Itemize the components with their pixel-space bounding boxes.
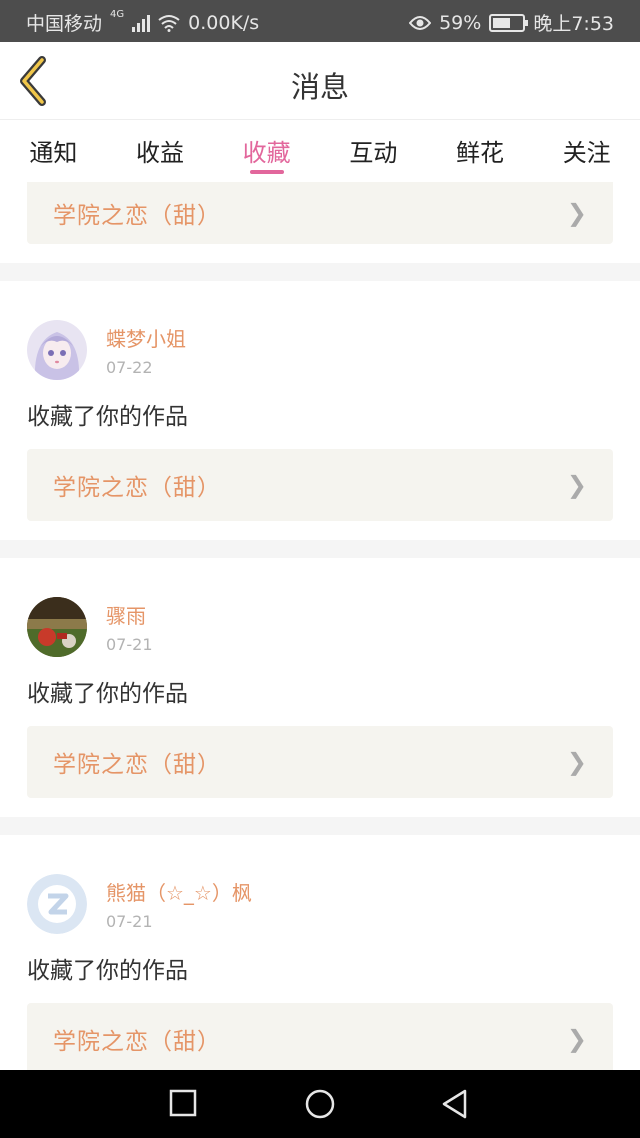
tab-bar: 通知 收益 收藏 互动 鲜花 关注 [0,120,640,182]
tab-interact[interactable]: 互动 [320,120,427,182]
tab-flowers[interactable]: 鲜花 [427,120,534,182]
action-text: 收藏了你的作品 [27,958,188,984]
work-link[interactable]: 学院之恋（甜） ❯ [27,449,613,521]
work-title: 学院之恋（甜） [53,203,221,229]
tab-label: 通知 [29,139,78,167]
list-item: 熊猫（☆_☆）枫 07-21 收藏了你的作品 学院之恋（甜） ❯ [0,835,640,1070]
user-name[interactable]: 蝶梦小姐 [106,323,186,352]
work-title: 学院之恋（甜） [53,475,221,501]
user-row: 蝶梦小姐 07-22 [27,281,613,393]
carrier-label: 中国移动 [26,13,103,35]
tab-favorites[interactable]: 收藏 [213,120,320,182]
avatar[interactable] [27,874,87,934]
home-circle-icon [305,1089,335,1119]
tab-label: 关注 [562,139,611,167]
battery-icon [489,13,529,32]
home-button[interactable] [304,1088,336,1124]
avatar[interactable] [27,597,87,657]
divider [0,817,640,835]
tab-notify[interactable]: 通知 [0,120,107,182]
back-nav-button[interactable] [440,1088,470,1124]
list-item: 蝶梦小姐 07-22 收藏了你的作品 学院之恋（甜） ❯ [0,281,640,540]
network-speed: 0.00K/s [188,11,260,34]
list-item: 骤雨 07-21 收藏了你的作品 学院之恋（甜） ❯ [0,558,640,817]
divider [0,540,640,558]
wifi-icon [158,14,180,32]
system-nav-bar [0,1070,640,1138]
battery-fill [493,17,511,28]
user-row: 骤雨 07-21 [27,558,613,670]
date-label: 07-21 [106,912,153,931]
list-item: 学院之恋（甜） ❯ [0,182,640,263]
divider [0,263,640,281]
header: 消息 [0,42,640,120]
action-text: 收藏了你的作品 [27,404,188,430]
tab-label: 收藏 [242,139,291,167]
chevron-right-icon: ❯ [566,199,587,227]
battery-percent: 59% [439,11,482,34]
tab-follow[interactable]: 关注 [533,120,640,182]
signal-icon [132,14,151,32]
user-row: 熊猫（☆_☆）枫 07-21 [27,835,613,947]
tab-label: 收益 [136,139,184,167]
status-bar: 中国移动 4G 0.00K/s 59% 晚上7:53 [0,0,640,42]
tab-label: 鲜花 [456,139,505,167]
recent-apps-button[interactable] [169,1088,197,1122]
date-label: 07-22 [106,358,153,377]
default-avatar-icon [27,874,87,934]
tab-label: 互动 [349,139,398,167]
chevron-right-icon: ❯ [566,1025,587,1053]
network-type: 4G [110,9,125,20]
work-link[interactable]: 学院之恋（甜） ❯ [27,1003,613,1070]
user-name[interactable]: 骤雨 [106,600,153,629]
date-label: 07-21 [106,635,153,654]
chevron-right-icon: ❯ [566,748,587,776]
clock: 晚上7:53 [533,13,614,35]
work-title: 学院之恋（甜） [53,1029,221,1055]
recent-square-icon [169,1089,197,1117]
message-list: 学院之恋（甜） ❯ 蝶梦小姐 07-22 收藏了你的作品 学院之恋（甜） ❯ 骤… [0,182,640,1070]
tab-earnings[interactable]: 收益 [107,120,214,182]
avatar[interactable] [27,320,87,380]
eye-icon [409,15,432,30]
chevron-right-icon: ❯ [566,471,587,499]
work-title: 学院之恋（甜） [53,752,221,778]
work-link[interactable]: 学院之恋（甜） ❯ [27,726,613,798]
action-text: 收藏了你的作品 [27,681,188,707]
work-link[interactable]: 学院之恋（甜） ❯ [27,182,613,244]
user-name[interactable]: 熊猫（☆_☆）枫 [106,877,252,906]
page-title: 消息 [290,70,349,104]
back-triangle-icon [442,1089,467,1119]
